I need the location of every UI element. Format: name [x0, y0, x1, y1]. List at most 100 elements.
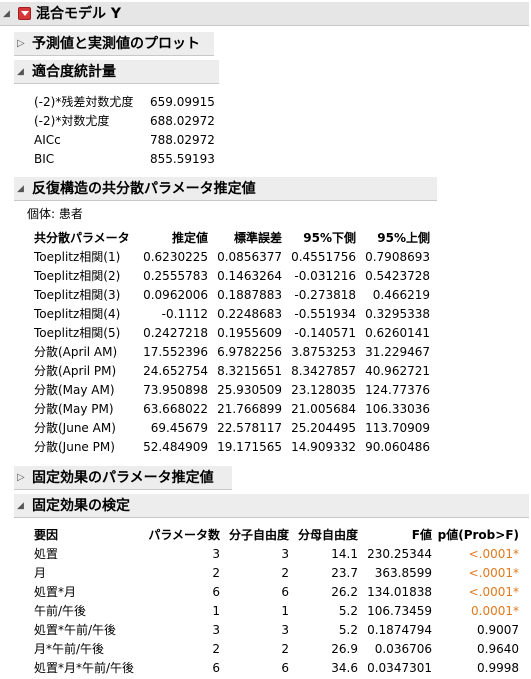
fixed-tests-table: 要因 パラメータ数 分子自由度 分母自由度 F値 p値(Prob>F) 処置 3 3…	[34, 525, 519, 677]
table-row: 月 2 2 23.7 363.8599 <.0001*	[34, 563, 519, 582]
value-cell: 1	[281, 603, 289, 618]
column-header: F値	[411, 528, 432, 542]
column-header: 95%上側	[377, 231, 430, 245]
table-row: 分散(June AM) 69.45679 22.578117 25.204495 113…	[34, 418, 430, 437]
disclosure-closed-icon[interactable]: ▷	[17, 466, 25, 490]
p-value-cell: <.0001*	[468, 565, 519, 580]
section-title: 固定効果のパラメータ推定値	[32, 470, 214, 486]
table-row: 分散(May AM) 73.950898 25.930509 23.128035 124…	[34, 380, 430, 399]
red-triangle-menu-icon[interactable]	[18, 7, 31, 20]
value-cell: 3	[212, 622, 220, 637]
table-row: (-2)*残差対数尤度 659.09915	[34, 92, 215, 111]
table-row: Toeplitz相関(4) -0.1112 0.2248683 -0.551934 0.…	[34, 304, 430, 323]
disclosure-open-icon[interactable]: ◢	[17, 60, 24, 84]
value-cell: 0.4551756	[291, 249, 356, 264]
section-fixed-tests[interactable]: ◢ 固定効果の検定	[14, 494, 529, 518]
disclosure-open-icon[interactable]: ◢	[17, 494, 24, 518]
stat-value: 659.09915	[150, 94, 215, 109]
column-header: パラメータ数	[148, 528, 220, 542]
stat-value: 855.59193	[150, 151, 215, 166]
disclosure-closed-icon[interactable]: ▷	[17, 32, 25, 56]
value-cell: 17.552396	[143, 344, 208, 359]
value-cell: 0.1887883	[217, 287, 282, 302]
p-value-cell: 0.9998	[477, 660, 519, 675]
value-cell: 106.33036	[365, 401, 430, 416]
value-cell: 25.204495	[291, 420, 356, 435]
cov-params-table: 共分散パラメータ 推定値 標準誤差 95%下側 95%上側 Toeplitz相関…	[34, 228, 430, 456]
value-cell: -0.273818	[294, 287, 356, 302]
effect-name-cell: 月	[34, 566, 47, 580]
effect-name-cell: 処置*午前/午後	[34, 623, 117, 637]
value-cell: 2	[212, 565, 220, 580]
p-value-cell: 0.9640	[477, 641, 519, 656]
effect-name-cell: 月*午前/午後	[34, 642, 105, 656]
value-cell: 63.668022	[143, 401, 208, 416]
value-cell: 23.7	[331, 565, 358, 580]
value-cell: 6	[281, 584, 289, 599]
value-cell: -0.551934	[294, 306, 356, 321]
section-title: 予測値と実測値のプロット	[32, 36, 200, 52]
section-title: 適合度統計量	[32, 64, 116, 80]
section-fit-stats[interactable]: ◢ 適合度統計量	[14, 60, 219, 84]
table-row: AICc 788.02972	[34, 130, 215, 149]
p-value-cell: <.0001*	[468, 584, 519, 599]
section-fixed-params[interactable]: ▷ 固定効果のパラメータ推定値	[14, 466, 232, 490]
table-row: 分散(May PM) 63.668022 21.766899 21.005684 106…	[34, 399, 430, 418]
table-row: 分散(April PM) 24.652754 8.3215651 8.3427857 4…	[34, 361, 430, 380]
value-cell: 24.652754	[143, 363, 208, 378]
value-cell: -0.1112	[161, 306, 208, 321]
subject-label: 個体: 患者	[27, 207, 83, 221]
report-header[interactable]: ◢ 混合モデル Y	[0, 2, 529, 26]
value-cell: 3	[212, 546, 220, 561]
value-cell: 0.1463264	[217, 268, 282, 283]
value-cell: 2	[281, 641, 289, 656]
p-value-cell: 0.0001*	[471, 603, 519, 618]
stat-label: (-2)*対数尤度	[34, 114, 110, 128]
effect-name-cell: 処置*月	[34, 585, 77, 599]
table-row: 分散(April AM) 17.552396 6.9782256 3.8753253 3…	[34, 342, 430, 361]
value-cell: 0.1874794	[367, 622, 432, 637]
disclosure-open-icon[interactable]: ◢	[3, 2, 10, 26]
column-header: p値(Prob>F)	[437, 528, 519, 542]
table-row: Toeplitz相関(1) 0.6230225 0.0856377 0.4551756…	[34, 247, 430, 266]
value-cell: 0.0856377	[217, 249, 282, 264]
parameter-name-cell: 分散(April PM)	[34, 364, 117, 378]
value-cell: 5.2	[338, 622, 358, 637]
section-title: 反復構造の共分散パラメータ推定値	[32, 181, 256, 197]
p-value-cell: 0.9007	[477, 622, 519, 637]
table-row: Toeplitz相関(5) 0.2427218 0.1955609 -0.140571…	[34, 323, 430, 342]
value-cell: 40.962721	[365, 363, 430, 378]
value-cell: 3	[281, 546, 289, 561]
parameter-name-cell: 分散(May PM)	[34, 402, 114, 416]
column-header: 標準誤差	[233, 231, 282, 245]
value-cell: 22.578117	[217, 420, 282, 435]
table-header-row: 要因 パラメータ数 分子自由度 分母自由度 F値 p値(Prob>F)	[34, 525, 519, 544]
value-cell: 25.930509	[217, 382, 282, 397]
section-pred-plot[interactable]: ▷ 予測値と実測値のプロット	[14, 32, 214, 56]
value-cell: 0.7908693	[365, 249, 430, 264]
parameter-name-cell: Toeplitz相関(5)	[34, 326, 121, 340]
table-row: 処置 3 3 14.1 230.25344 <.0001*	[34, 544, 519, 563]
section-cov-params[interactable]: ◢ 反復構造の共分散パラメータ推定値	[14, 177, 437, 201]
value-cell: 0.0347301	[367, 660, 432, 675]
value-cell: 124.77376	[365, 382, 430, 397]
column-header: 分子自由度	[228, 528, 289, 542]
value-cell: 106.73459	[367, 603, 432, 618]
value-cell: 31.229467	[365, 344, 430, 359]
value-cell: 69.45679	[150, 420, 208, 435]
value-cell: -0.140571	[294, 325, 356, 340]
value-cell: 6	[281, 660, 289, 675]
disclosure-open-icon[interactable]: ◢	[17, 177, 24, 201]
table-row: BIC 855.59193	[34, 149, 215, 168]
value-cell: 134.01838	[367, 584, 432, 599]
parameter-name-cell: Toeplitz相関(4)	[34, 307, 121, 321]
p-value-cell: <.0001*	[468, 546, 519, 561]
value-cell: 6	[212, 660, 220, 675]
effect-name-cell: 処置	[34, 547, 59, 561]
table-row: Toeplitz相関(3) 0.0962006 0.1887883 -0.273818…	[34, 285, 430, 304]
table-row: 処置*午前/午後 3 3 5.2 0.1874794 0.9007	[34, 620, 519, 639]
value-cell: 26.2	[331, 584, 358, 599]
value-cell: 8.3215651	[217, 363, 282, 378]
parameter-name-cell: Toeplitz相関(2)	[34, 269, 121, 283]
parameter-name-cell: Toeplitz相関(3)	[34, 288, 121, 302]
